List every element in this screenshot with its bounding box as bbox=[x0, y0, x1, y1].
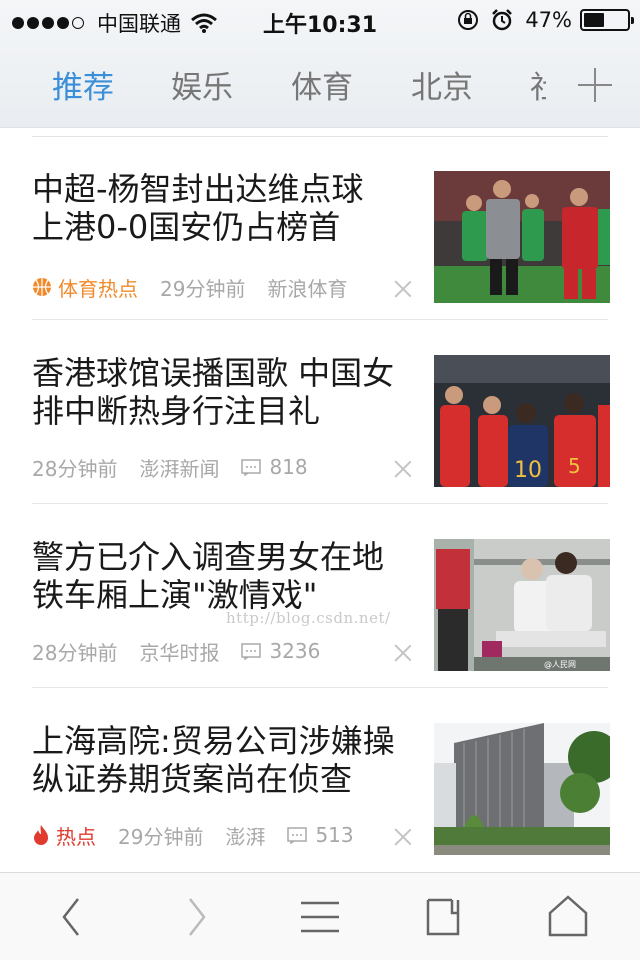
forward-icon[interactable] bbox=[172, 893, 220, 941]
tag-label: 热点 bbox=[56, 824, 96, 849]
comment-count: 3236 bbox=[241, 639, 320, 663]
menu-icon[interactable] bbox=[296, 893, 344, 941]
news-title[interactable]: 香港球馆误播国歌 中国女 排中断热身行注目礼 bbox=[32, 354, 422, 430]
news-thumbnail: @人民网 bbox=[434, 539, 610, 671]
comment-icon bbox=[241, 642, 262, 660]
header: 中国联通 上午10:31 47% 推荐 娱乐 体育 北京 社 bbox=[0, 0, 640, 128]
category-tabs: 推荐 娱乐 体育 北京 社 bbox=[0, 56, 640, 112]
news-time: 29分钟前 bbox=[118, 824, 204, 849]
news-thumbnail: 10 5 bbox=[434, 355, 610, 487]
back-icon[interactable] bbox=[48, 893, 96, 941]
comment-count: 513 bbox=[287, 823, 354, 847]
news-item[interactable]: 香港球馆误播国歌 中国女 排中断热身行注目礼 28分钟前 澎湃新闻 818 10… bbox=[0, 320, 640, 504]
news-source: 新浪体育 bbox=[267, 276, 348, 301]
svg-text:5: 5 bbox=[568, 454, 581, 478]
battery-icon bbox=[580, 9, 634, 31]
title-line: 上港0-0国安仍占榜首 bbox=[32, 208, 341, 246]
news-time: 28分钟前 bbox=[32, 456, 118, 481]
title-line: 纵证券期货案尚在侦查 bbox=[32, 760, 353, 798]
dismiss-icon[interactable] bbox=[394, 280, 412, 298]
news-thumbnail bbox=[434, 171, 610, 303]
svg-text:@人民网: @人民网 bbox=[544, 660, 576, 669]
title-line: 排中断热身行注目礼 bbox=[32, 392, 321, 430]
news-source: 京华时报 bbox=[139, 640, 220, 665]
news-time: 29分钟前 bbox=[160, 276, 246, 301]
svg-text:10: 10 bbox=[514, 458, 542, 483]
tab-society[interactable]: 社 bbox=[530, 62, 546, 107]
news-title[interactable]: 中超-杨智封出达维点球 上港0-0国安仍占榜首 bbox=[32, 170, 422, 246]
news-item[interactable]: 上海高院:贸易公司涉嫌操 纵证券期货案尚在侦查 热点 29分钟前 澎湃 513 bbox=[0, 688, 640, 872]
news-source: 澎湃新闻 bbox=[139, 456, 220, 481]
fire-icon bbox=[34, 825, 48, 845]
status-right: 47% bbox=[457, 8, 634, 32]
news-meta: 28分钟前 澎湃新闻 818 bbox=[32, 453, 422, 481]
home-icon[interactable] bbox=[544, 893, 592, 941]
status-bar: 中国联通 上午10:31 47% bbox=[0, 0, 640, 40]
news-title[interactable]: 警方已介入调查男女在地 铁车厢上演"激情戏" bbox=[32, 538, 422, 614]
comment-count: 818 bbox=[241, 455, 308, 479]
news-item[interactable]: 中超-杨智封出达维点球 上港0-0国安仍占榜首 体育热点 29分钟前 新浪体育 bbox=[0, 136, 640, 320]
title-line: 香港球馆误播国歌 中国女 bbox=[32, 354, 395, 392]
comment-count-value: 3236 bbox=[269, 639, 321, 663]
title-line: 警方已介入调查男女在地 bbox=[32, 538, 385, 576]
news-time: 28分钟前 bbox=[32, 640, 118, 665]
tab-sports[interactable]: 体育 bbox=[291, 62, 353, 107]
comment-count-value: 513 bbox=[315, 823, 354, 847]
news-meta: 热点 29分钟前 澎湃 513 bbox=[32, 821, 422, 849]
news-meta: 28分钟前 京华时报 3236 bbox=[32, 637, 422, 665]
alarm-icon bbox=[492, 9, 513, 31]
news-item[interactable]: 警方已介入调查男女在地 铁车厢上演"激情戏" 28分钟前 京华时报 3236 @… bbox=[0, 504, 640, 688]
title-line: 中超-杨智封出达维点球 bbox=[32, 170, 364, 208]
news-title[interactable]: 上海高院:贸易公司涉嫌操 纵证券期货案尚在侦查 bbox=[32, 722, 422, 798]
dismiss-icon[interactable] bbox=[394, 644, 412, 662]
add-tab-icon[interactable] bbox=[578, 68, 612, 102]
dismiss-icon[interactable] bbox=[394, 828, 412, 846]
rotation-lock-icon bbox=[458, 10, 479, 30]
news-meta: 体育热点 29分钟前 新浪体育 bbox=[32, 273, 422, 301]
comment-icon bbox=[241, 458, 262, 476]
news-source: 澎湃 bbox=[225, 824, 266, 849]
watermark-text: http://blog.csdn.net/ bbox=[226, 609, 391, 627]
comment-count-value: 818 bbox=[269, 455, 308, 479]
news-thumbnail bbox=[434, 723, 610, 855]
tab-entertainment[interactable]: 娱乐 bbox=[171, 62, 233, 107]
basketball-icon bbox=[33, 278, 51, 296]
battery-level bbox=[584, 13, 604, 27]
dismiss-icon[interactable] bbox=[394, 460, 412, 478]
battery-percent: 47% bbox=[525, 8, 572, 32]
tag-label: 体育热点 bbox=[58, 276, 138, 301]
tabs-icon[interactable] bbox=[420, 893, 468, 941]
tab-recommend[interactable]: 推荐 bbox=[52, 62, 114, 107]
bottom-toolbar bbox=[0, 872, 640, 960]
title-line: 上海高院:贸易公司涉嫌操 bbox=[32, 722, 395, 760]
comment-icon bbox=[287, 826, 308, 844]
tab-beijing[interactable]: 北京 bbox=[411, 62, 473, 107]
